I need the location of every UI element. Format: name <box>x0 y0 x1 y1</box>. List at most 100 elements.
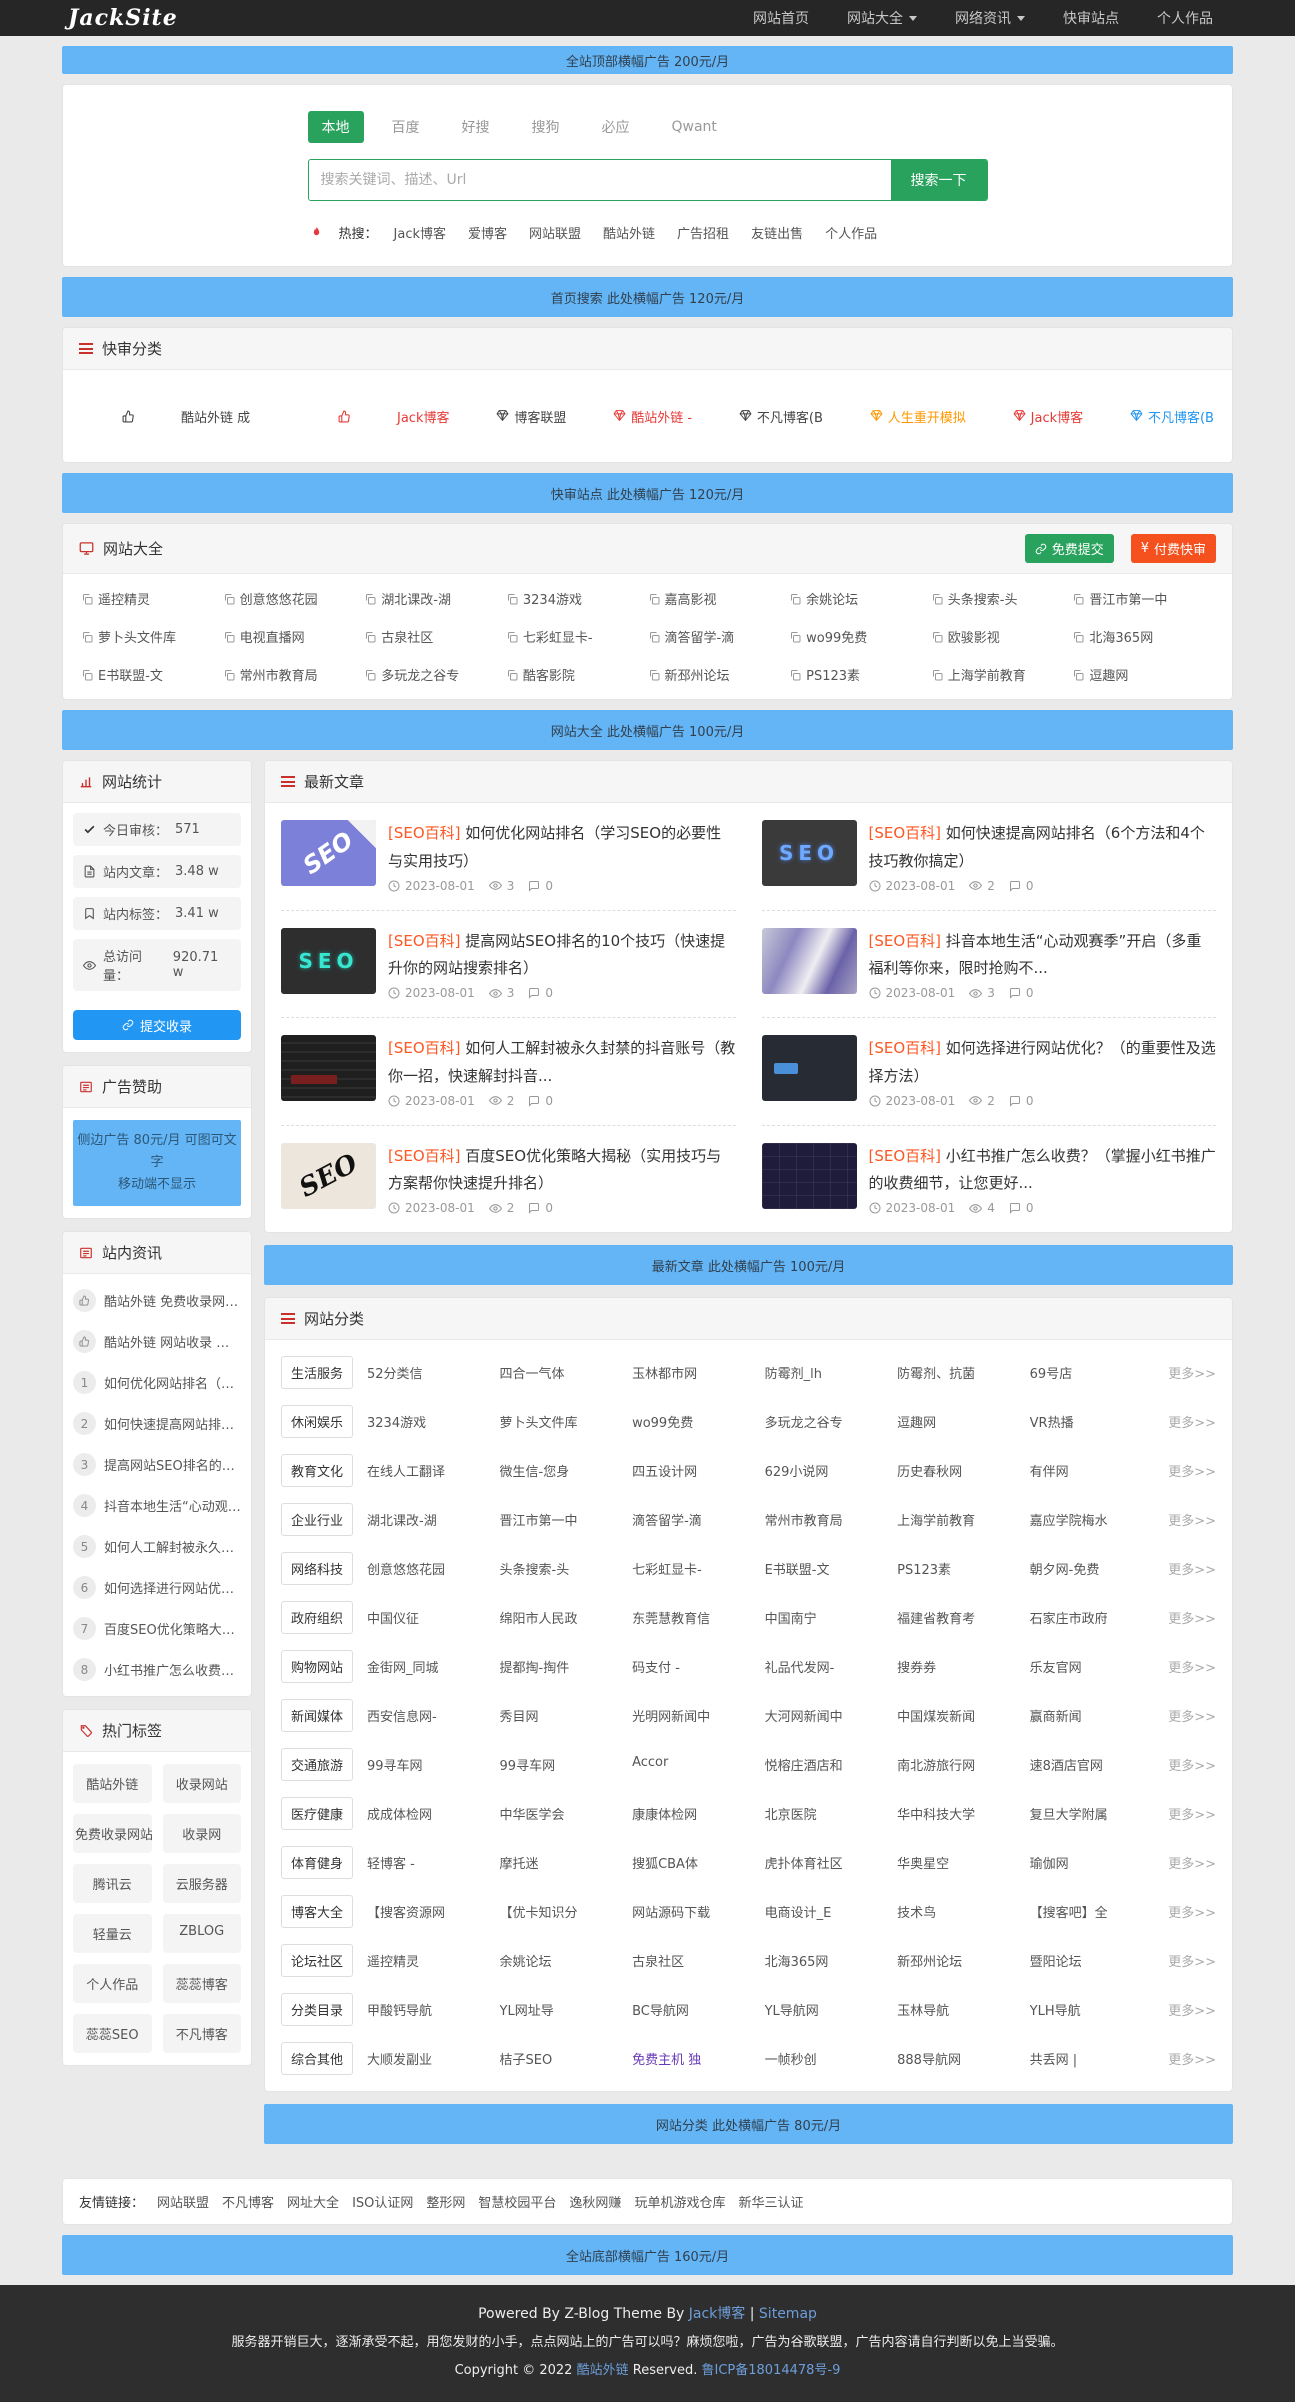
category-site-link[interactable]: 防霉剂_lh <box>765 1363 890 1382</box>
category-site-link[interactable]: 悦榕庄酒店和 <box>765 1755 890 1774</box>
category-site-link[interactable]: 69号店 <box>1030 1363 1155 1382</box>
site-link[interactable]: 3234游戏 <box>506 589 648 608</box>
site-all-ad-banner[interactable]: 网站大全 此处横幅广告 100元/月 <box>62 710 1233 750</box>
category-site-link[interactable]: 新邳州论坛 <box>897 1951 1022 1970</box>
news-item[interactable]: 8 小红书推广怎么收费？（掌握小... <box>73 1649 241 1690</box>
category-site-link[interactable]: 技术鸟 <box>897 1902 1022 1921</box>
tag-button[interactable]: 酷站外链 <box>73 1764 152 1803</box>
news-item[interactable]: 1 如何优化网站排名（学习SEO的... <box>73 1362 241 1403</box>
fast-review-link[interactable]: Jack博客 <box>297 383 449 449</box>
category-site-link[interactable]: 码支付 - <box>632 1657 757 1676</box>
article-title-link[interactable]: [SEO百科] 如何人工解封被永久封禁的抖音账号（教你一招，快速解封抖音... <box>388 1039 735 1085</box>
category-site-link[interactable]: 光明网新闻中 <box>632 1706 757 1725</box>
category-site-link[interactable]: 秀目网 <box>500 1706 625 1725</box>
fast-review-link[interactable]: 博客联盟 <box>496 407 566 426</box>
category-site-link[interactable]: 四合一气体 <box>500 1363 625 1382</box>
news-item[interactable]: 4 抖音本地生活“心动观赛季”开启... <box>73 1485 241 1526</box>
site-link[interactable]: PS123素 <box>789 665 931 684</box>
category-site-link[interactable]: 629小说网 <box>765 1461 890 1480</box>
category-site-link[interactable]: 南北游旅行网 <box>897 1755 1022 1774</box>
site-link[interactable]: 新邳州论坛 <box>648 665 790 684</box>
friend-link[interactable]: 不凡博客 <box>222 2192 274 2211</box>
submit-site-button[interactable]: 提交收录 <box>73 1010 241 1040</box>
category-site-link[interactable]: 遥控精灵 <box>367 1951 492 1970</box>
site-link[interactable]: 酷客影院 <box>506 665 648 684</box>
more-link[interactable]: 更多>> <box>1168 1559 1216 1578</box>
category-button[interactable]: 新闻媒体 <box>281 1699 353 1732</box>
category-site-link[interactable]: 萝卜头文件库 <box>500 1412 625 1431</box>
site-link[interactable]: 多玩龙之谷专 <box>364 665 506 684</box>
fast-review-link[interactable]: Jack博客 <box>1013 407 1083 426</box>
category-site-link[interactable]: 搜券券 <box>897 1657 1022 1676</box>
category-site-link[interactable]: 湖北课改-湖 <box>367 1510 492 1529</box>
category-site-link[interactable]: VR热播 <box>1030 1412 1155 1431</box>
sidebar-ad[interactable]: 侧边广告 80元/月 可图可文字 移动端不显示 <box>73 1120 241 1206</box>
search-engine-tab[interactable]: 搜狗 <box>518 111 574 143</box>
top-ad-banner[interactable]: 全站顶部横幅广告 200元/月 <box>62 46 1233 74</box>
site-name-link[interactable]: 酷站外链 <box>577 2363 629 2378</box>
category-site-link[interactable]: 大河网新闻中 <box>765 1706 890 1725</box>
friend-link[interactable]: ISO认证网 <box>352 2192 413 2211</box>
category-button[interactable]: 购物网站 <box>281 1650 353 1683</box>
category-site-link[interactable]: 中国仪征 <box>367 1608 492 1627</box>
sitemap-link[interactable]: Sitemap <box>759 2306 817 2322</box>
category-site-link[interactable]: 3234游戏 <box>367 1412 492 1431</box>
category-site-link[interactable]: YL网址导 <box>500 2000 625 2019</box>
search-engine-tab[interactable]: 百度 <box>378 111 434 143</box>
category-site-link[interactable]: 防霉剂、抗菌 <box>897 1363 1022 1382</box>
category-button[interactable]: 企业行业 <box>281 1503 353 1536</box>
theme-author-link[interactable]: Jack博客 <box>689 2306 746 2322</box>
nav-item[interactable]: 快审站点 <box>1063 8 1119 28</box>
category-site-link[interactable]: 甲酸钙导航 <box>367 2000 492 2019</box>
category-site-link[interactable]: 头条搜索-头 <box>500 1559 625 1578</box>
tag-button[interactable]: 云服务器 <box>163 1864 242 1903</box>
paid-review-button[interactable]: ¥ 付费快审 <box>1131 534 1216 563</box>
category-site-link[interactable]: Accor <box>632 1755 757 1774</box>
site-link[interactable]: 北海365网 <box>1072 627 1214 646</box>
site-link[interactable]: 滴答留学-滴 <box>648 627 790 646</box>
category-site-link[interactable]: 中国南宁 <box>765 1608 890 1627</box>
more-link[interactable]: 更多>> <box>1168 1657 1216 1676</box>
category-site-link[interactable]: 瑜伽网 <box>1030 1853 1155 1872</box>
category-site-link[interactable]: 古泉社区 <box>632 1951 757 1970</box>
category-site-link[interactable]: 北海365网 <box>765 1951 890 1970</box>
site-link[interactable]: 遥控精灵 <box>81 589 223 608</box>
category-site-link[interactable]: 有伴网 <box>1030 1461 1155 1480</box>
news-item[interactable]: 5 如何人工解封被永久封禁的抖音... <box>73 1526 241 1567</box>
category-site-link[interactable]: 网站源码下载 <box>632 1902 757 1921</box>
news-item[interactable]: 2 如何快速提高网站排名（6个方法... <box>73 1403 241 1444</box>
site-link[interactable]: 创意悠悠花园 <box>223 589 365 608</box>
tag-button[interactable]: 收录网 <box>163 1814 242 1853</box>
tag-button[interactable]: 轻量云 <box>73 1914 152 1953</box>
site-link[interactable]: 余姚论坛 <box>789 589 931 608</box>
category-button[interactable]: 体育健身 <box>281 1846 353 1879</box>
articles-ad-banner[interactable]: 最新文章 此处横幅广告 100元/月 <box>264 1245 1233 1285</box>
fast-review-link[interactable]: 不凡博客(B <box>739 407 823 426</box>
category-site-link[interactable]: 共丢网 | <box>1030 2049 1155 2068</box>
friend-link[interactable]: 整形网 <box>426 2192 465 2211</box>
more-link[interactable]: 更多>> <box>1168 1755 1216 1774</box>
category-site-link[interactable]: 金街网_同城 <box>367 1657 492 1676</box>
category-site-link[interactable]: 在线人工翻译 <box>367 1461 492 1480</box>
category-button[interactable]: 分类目录 <box>281 1993 353 2026</box>
bottom-ad-banner[interactable]: 全站底部横幅广告 160元/月 <box>62 2235 1233 2275</box>
more-link[interactable]: 更多>> <box>1168 1608 1216 1627</box>
more-link[interactable]: 更多>> <box>1168 1412 1216 1431</box>
search-engine-tab[interactable]: 必应 <box>588 111 644 143</box>
friend-link[interactable]: 网址大全 <box>287 2192 339 2211</box>
category-site-link[interactable]: 99寻车网 <box>367 1755 492 1774</box>
friend-link[interactable]: 逸秋网赚 <box>569 2192 621 2211</box>
category-site-link[interactable]: 【搜客资源网 <box>367 1902 492 1921</box>
category-site-link[interactable]: wo99免费 <box>632 1412 757 1431</box>
category-site-link[interactable]: 桔子SEO <box>500 2049 625 2068</box>
category-site-link[interactable]: 玉林都市网 <box>632 1363 757 1382</box>
category-site-link[interactable]: 余姚论坛 <box>500 1951 625 1970</box>
site-link[interactable]: 头条搜索-头 <box>931 589 1073 608</box>
category-site-link[interactable]: 大顺发副业 <box>367 2049 492 2068</box>
category-site-link[interactable]: 四五设计网 <box>632 1461 757 1480</box>
category-site-link[interactable]: PS123素 <box>897 1559 1022 1578</box>
category-site-link[interactable]: 暨阳论坛 <box>1030 1951 1155 1970</box>
category-site-link[interactable]: 搜狐CBA体 <box>632 1853 757 1872</box>
category-site-link[interactable]: 多玩龙之谷专 <box>765 1412 890 1431</box>
category-site-link[interactable]: 【搜客吧】全 <box>1030 1902 1155 1921</box>
